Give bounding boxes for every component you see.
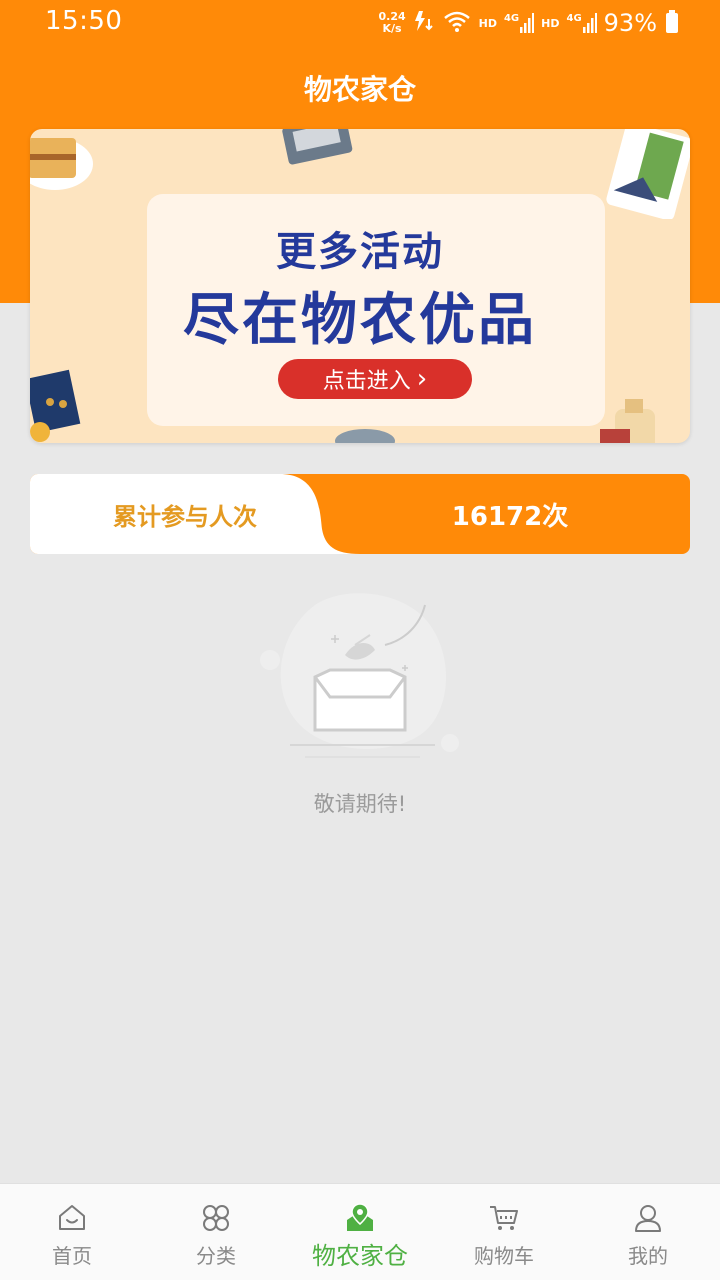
user-icon: [635, 1205, 661, 1232]
cake-plate-image: [30, 138, 93, 190]
nav-item-warehouse[interactable]: 物农家仓: [288, 1184, 432, 1280]
gift-box-image: [30, 369, 81, 442]
bottom-nav: 首页 分类 物农家仓 购物车 我的: [0, 1183, 720, 1280]
network-speed-unit: K/s: [382, 22, 402, 35]
enter-button-label: 点击进入: [322, 369, 411, 394]
status-bar: 15:50 0.24 K/s HD 4G HD 4G 93%: [0, 0, 720, 44]
stats-label-panel: 累计参与人次: [30, 474, 360, 554]
banner-subheadline: 尽在物农优品: [183, 288, 537, 353]
cart-icon: [490, 1206, 518, 1230]
status-time: 15:50: [45, 6, 123, 36]
stats-value: 16172次: [451, 501, 569, 532]
nav-label-profile: 我的: [628, 1244, 668, 1268]
hd-tag-1: HD: [478, 16, 497, 30]
signal-icon-2: 4G: [566, 13, 597, 33]
battery-percent: 93%: [603, 9, 657, 37]
network-speed: 0.24 K/s: [378, 11, 405, 35]
empty-box-icon: [260, 593, 459, 758]
nav-label-cart: 购物车: [474, 1244, 534, 1268]
warehouse-location-icon: [347, 1203, 373, 1231]
nav-item-home[interactable]: 首页: [0, 1184, 144, 1280]
banner-headline: 更多活动: [276, 229, 444, 275]
stats-label: 累计参与人次: [113, 502, 257, 531]
enter-button[interactable]: 点击进入 ›: [278, 359, 472, 399]
data-transfer-icon: [413, 9, 435, 37]
page-title: 物农家仓: [303, 73, 416, 106]
battery-icon: [666, 10, 678, 33]
bottle-image: [600, 399, 655, 443]
hd-tag-2: HD: [541, 16, 560, 30]
rice-bag-image: [282, 129, 353, 165]
nav-item-profile[interactable]: 我的: [576, 1184, 720, 1280]
screen: 15:50 0.24 K/s HD 4G HD 4G 93% 物农家仓 更多活动…: [0, 0, 720, 1280]
status-icons: 0.24 K/s HD 4G HD 4G 93%: [378, 8, 678, 38]
wifi-icon: [442, 9, 472, 37]
nav-item-category[interactable]: 分类: [144, 1184, 288, 1280]
category-icon: [203, 1205, 229, 1231]
chevron-right-icon: ›: [416, 364, 428, 394]
nav-label-warehouse: 物农家仓: [312, 1242, 408, 1270]
nav-item-cart[interactable]: 购物车: [432, 1184, 576, 1280]
participation-stats: 累计参与人次 16172次: [30, 474, 690, 554]
promo-banner[interactable]: 更多活动 尽在物农优品 点击进入 ›: [30, 129, 690, 443]
signal-icon-1: 4G: [504, 13, 535, 33]
nav-label-category: 分类: [196, 1244, 236, 1268]
coming-soon-text: 敬请期待!: [313, 792, 407, 816]
nav-label-home: 首页: [52, 1244, 92, 1268]
home-icon: [59, 1205, 85, 1230]
rice-package-image: [606, 129, 690, 219]
